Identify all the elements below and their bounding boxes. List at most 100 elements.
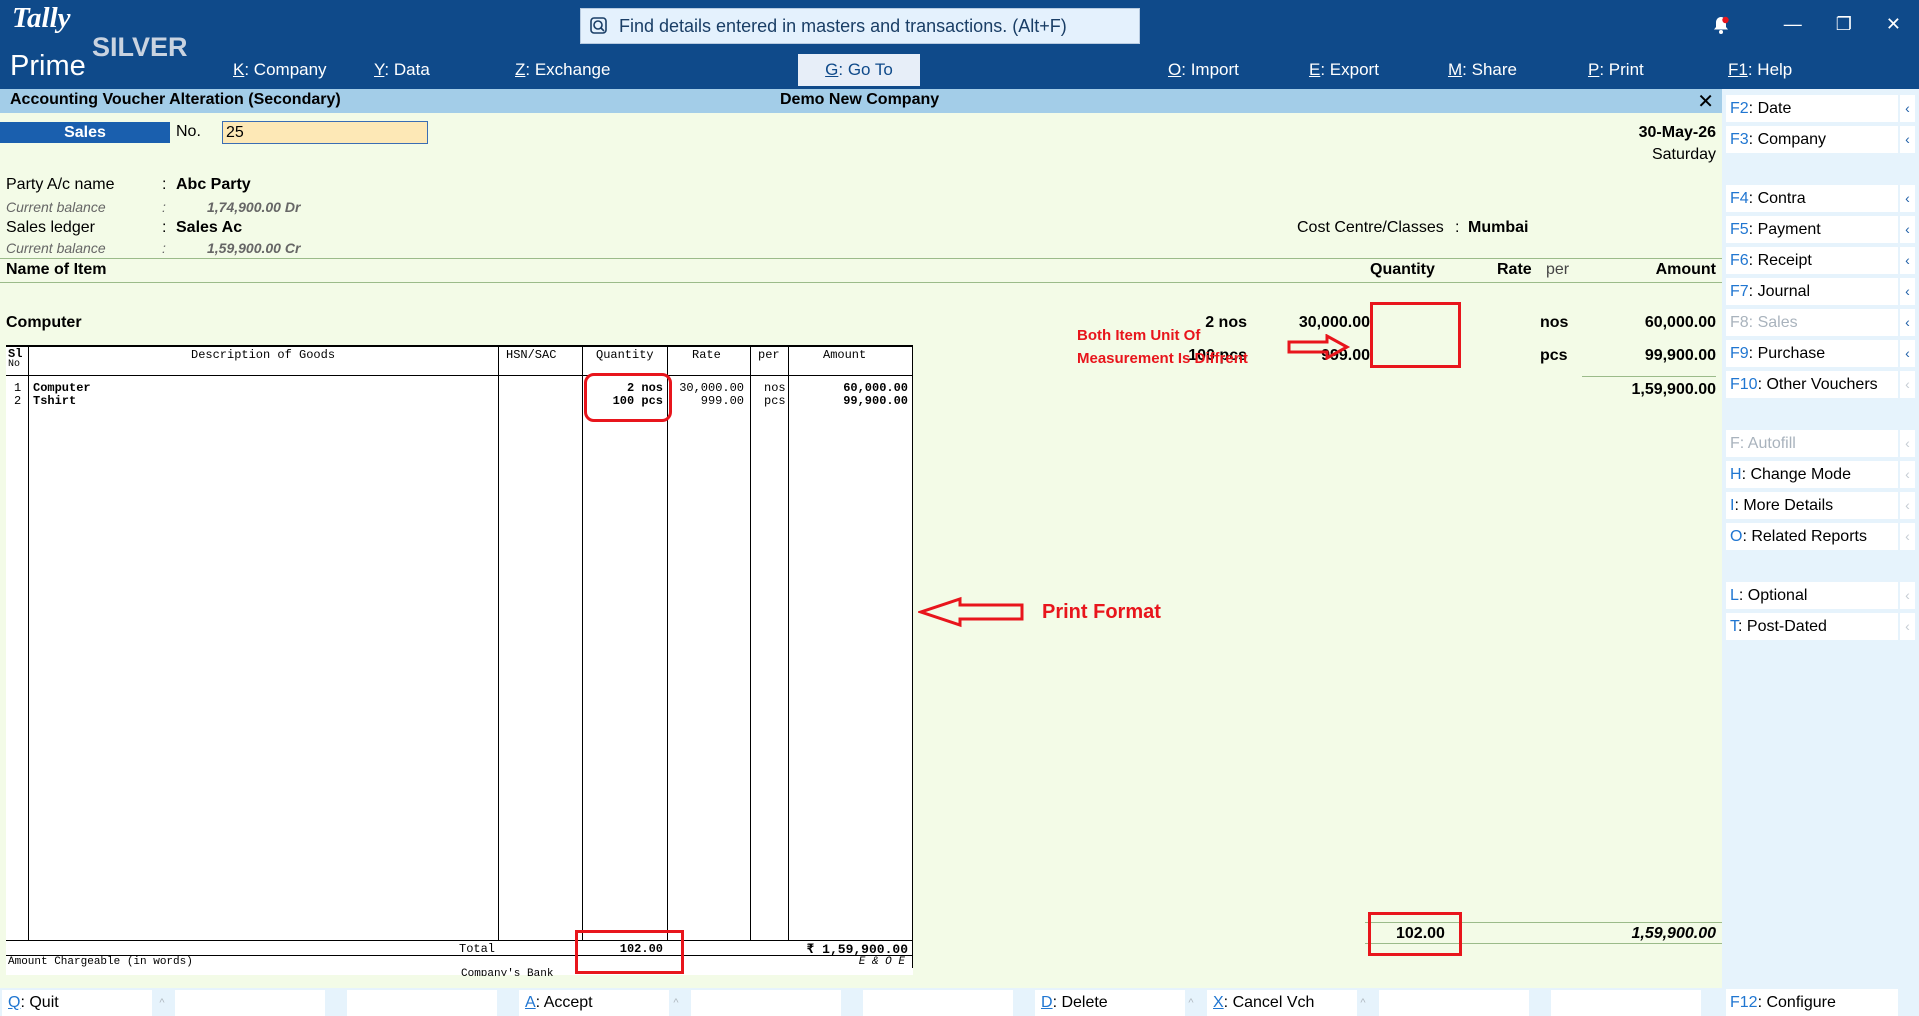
voucher-type[interactable]: Sales [0,122,170,143]
print-right-border [912,346,913,968]
sidebar-sales-chevron-icon[interactable]: ‹ [1900,309,1915,336]
sidebar-change-mode-button[interactable]: H: Change Mode [1726,461,1898,488]
sidebar-more-details-chevron-icon[interactable]: ‹ [1900,492,1915,519]
sidebar-sales-button[interactable]: F8: Sales [1726,309,1898,336]
sidebar-company-button[interactable]: F3: Company [1726,126,1898,153]
sidebar-date-button[interactable]: F2: Date [1726,95,1898,122]
row1-qty[interactable]: 2 nos [1205,314,1247,332]
print-row1-rate: 30,000.00 [679,381,744,395]
search-icon [590,17,607,34]
subtotal-line [1582,376,1716,377]
sidebar-other-vouchers-button[interactable]: F10: Other Vouchers [1726,371,1898,398]
row2-amount[interactable]: 99,900.00 [1645,347,1716,365]
bottom-empty-slot-4 [863,990,1013,1016]
sidebar-optional-chevron-icon[interactable]: ‹ [1900,582,1915,609]
cancel-vch-expand-icon: ^ [1360,997,1366,1009]
row1-per: nos [1540,314,1569,331]
menu-export[interactable]: E: Export [1309,60,1379,80]
print-row1-amount: 60,000.00 [843,381,908,395]
bottom-empty-slot-3 [691,990,841,1016]
menu-exchange[interactable]: Z: Exchange [515,60,610,80]
sidebar-related-reports-button[interactable]: O: Related Reports [1726,523,1898,550]
col-header-name: Name of Item [6,261,107,278]
search-placeholder: Find details entered in masters and tran… [619,15,1067,36]
sidebar-optional-button[interactable]: L: Optional [1726,582,1898,609]
menu-company[interactable]: K: Company [233,60,327,80]
cost-centre-label: Cost Centre/Classes [1297,219,1444,236]
sidebar-journal-chevron-icon[interactable]: ‹ [1900,278,1915,305]
print-col-divider-qty [667,346,668,940]
configure-button[interactable]: F12: Configure [1726,989,1898,1016]
accept-expand-icon: ^ [673,997,679,1009]
sidebar-payment-chevron-icon[interactable]: ‹ [1900,216,1915,243]
close-screen-icon[interactable]: ✕ [1697,89,1714,114]
sidebar-change-mode-chevron-icon[interactable]: ‹ [1900,461,1915,488]
right-button-bar: F2: Date ‹ F3: Company ‹ F4: Contra ‹ F5… [1722,89,1919,1016]
print-row1-sl: 1 [14,381,22,395]
sidebar-post-dated-button[interactable]: T: Post-Dated [1726,613,1898,640]
sidebar-date-chevron-icon[interactable]: ‹ [1900,95,1915,122]
col-header-amount: Amount [1655,261,1716,278]
row1-rate[interactable]: 30,000.00 [1299,314,1370,332]
cost-centre-value[interactable]: Mumbai [1468,219,1528,237]
cancel-vch-button[interactable]: X: Cancel Vch [1207,990,1357,1016]
print-row2-amount: 99,900.00 [843,394,908,408]
highlight-print-total-qty [575,930,684,974]
menu-print[interactable]: P: Print [1588,60,1644,80]
header-bottom-divider [0,282,1722,283]
print-amount-words-label: Amount Chargeable (in words) [8,956,193,968]
sidebar-receipt-chevron-icon[interactable]: ‹ [1900,247,1915,274]
print-header-divider [6,375,913,376]
col-header-quantity: Quantity [1370,261,1435,278]
close-window-icon[interactable]: ✕ [1886,14,1901,35]
sidebar-journal-button[interactable]: F7: Journal [1726,278,1898,305]
ledger-balance-colon: : [162,240,166,256]
delete-button[interactable]: D: Delete [1035,990,1185,1016]
sidebar-contra-chevron-icon[interactable]: ‹ [1900,185,1915,212]
sidebar-autofill-button[interactable]: F: Autofill [1726,430,1898,457]
menu-goto[interactable]: G: Go To [798,54,920,86]
header-top-divider [0,258,1722,259]
sidebar-payment-button[interactable]: F5: Payment [1726,216,1898,243]
sidebar-receipt-button[interactable]: F6: Receipt [1726,247,1898,274]
row1-amount[interactable]: 60,000.00 [1645,314,1716,332]
print-bank-label: Company's Bank [461,968,554,976]
sidebar-related-reports-chevron-icon[interactable]: ‹ [1900,523,1915,550]
sidebar-autofill-chevron-icon[interactable]: ‹ [1900,430,1915,457]
print-col-divider-hsn [582,346,583,940]
sidebar-purchase-chevron-icon[interactable]: ‹ [1900,340,1915,367]
screen-title-bar: Accounting Voucher Alteration (Secondary… [0,89,1722,113]
menu-import[interactable]: O: Import [1168,60,1239,80]
annotation-unit-line1: Both Item Unit Of [1077,327,1201,344]
item-group-label[interactable]: Computer [6,314,82,332]
ledger-value[interactable]: Sales Ac [176,219,242,237]
search-bar[interactable]: Find details entered in masters and tran… [580,8,1140,44]
sidebar-company-chevron-icon[interactable]: ‹ [1900,126,1915,153]
quit-button[interactable]: Q: Quit [2,990,152,1016]
restore-icon[interactable]: ❐ [1836,14,1852,35]
voucher-date[interactable]: 30-May-26 [1639,124,1716,142]
notification-bell-icon[interactable] [1710,14,1732,36]
accept-button[interactable]: A: Accept [519,990,669,1016]
sidebar-more-details-button[interactable]: I: More Details [1726,492,1898,519]
menu-share[interactable]: M: Share [1448,60,1517,80]
annotation-unit-line2: Measurement Is Diffrent [1077,350,1248,367]
minimize-icon[interactable]: — [1784,14,1802,35]
sidebar-post-dated-chevron-icon[interactable]: ‹ [1900,613,1915,640]
sidebar-purchase-button[interactable]: F9: Purchase [1726,340,1898,367]
menu-help[interactable]: F1: Help [1728,60,1792,80]
party-balance: 1,74,900.00 Dr [207,199,301,215]
menu-data[interactable]: Y: Data [374,60,430,80]
party-colon: : [162,176,167,193]
voucher-no-input[interactable]: 25 [222,121,428,144]
print-header-per: per [758,348,780,362]
row2-per: pcs [1540,347,1568,364]
party-value[interactable]: Abc Party [176,176,251,194]
col-header-per: per [1546,261,1570,278]
print-header-desc: Description of Goods [191,348,336,362]
total-amount: 1,59,900.00 [1631,925,1716,942]
sidebar-other-vouchers-chevron-icon[interactable]: ‹ [1900,371,1915,398]
bottom-empty-slot-1 [175,990,325,1016]
annotation-arrow-right-icon [1287,334,1351,360]
sidebar-contra-button[interactable]: F4: Contra [1726,185,1898,212]
